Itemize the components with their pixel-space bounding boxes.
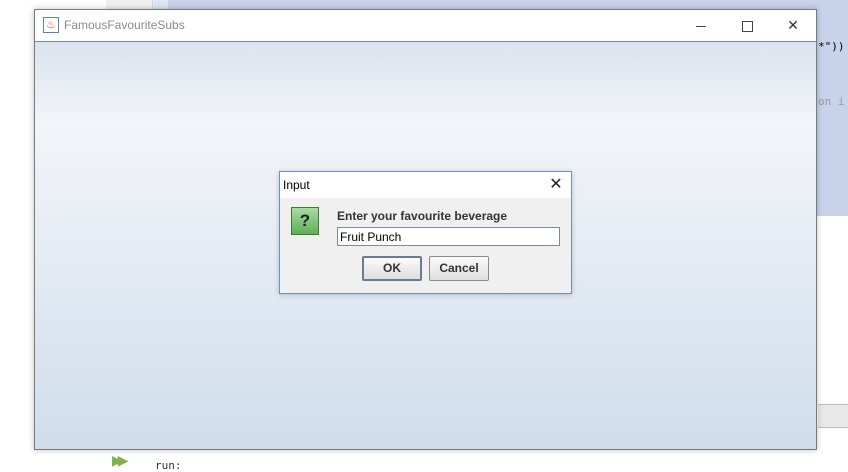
ide-code-fragment: on i	[818, 95, 845, 108]
window-title-bar[interactable]: ♨ FamousFavouriteSubs ✕	[35, 10, 816, 41]
close-button[interactable]: ✕	[770, 10, 816, 41]
ide-output-panel	[106, 450, 848, 470]
minimize-button[interactable]	[678, 10, 724, 41]
minimize-icon	[696, 25, 706, 27]
dialog-close-button[interactable]: ✕	[541, 172, 571, 198]
rerun-icon[interactable]: ▶▶	[112, 452, 130, 469]
ide-code-fragment: *"))	[818, 40, 845, 53]
maximize-icon	[741, 20, 753, 32]
dialog-title-bar[interactable]: Input ✕	[280, 172, 571, 198]
cancel-button[interactable]: Cancel	[429, 256, 489, 281]
window-title: FamousFavouriteSubs	[64, 18, 185, 32]
close-icon: ✕	[549, 176, 563, 193]
ide-output-text: run:	[155, 459, 182, 472]
ide-panel-divider[interactable]	[818, 404, 848, 428]
maximize-button[interactable]	[724, 10, 770, 41]
beverage-input[interactable]	[337, 227, 560, 246]
ok-button[interactable]: OK	[362, 256, 422, 281]
question-icon: ?	[291, 207, 319, 235]
dialog-title: Input	[283, 178, 310, 192]
prompt-label: Enter your favourite beverage	[337, 209, 508, 223]
java-cup-icon: ♨	[43, 17, 59, 33]
close-icon: ✕	[787, 17, 799, 33]
input-dialog: Input ✕ ? Enter your favourite beverage …	[279, 171, 572, 294]
